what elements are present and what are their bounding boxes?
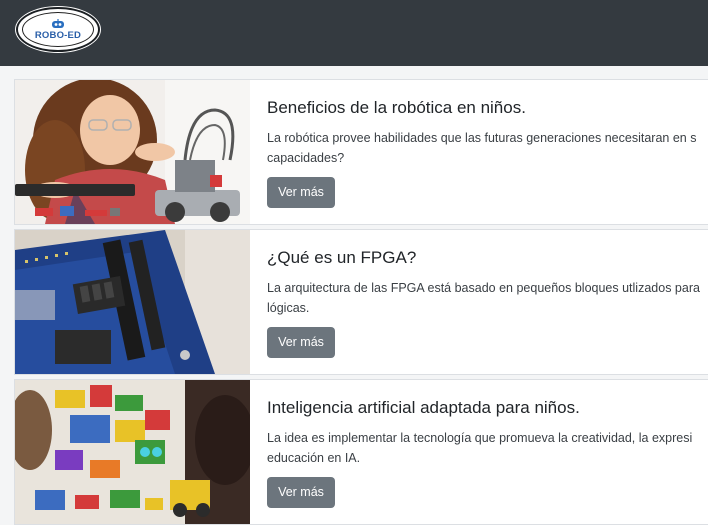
article-excerpt-line: educación en IA. (267, 451, 361, 465)
article-excerpt: La arquitectura de las FPGA está basado … (267, 278, 708, 318)
robot-head-icon (52, 19, 64, 28)
read-more-button[interactable]: Ver más (267, 477, 335, 508)
article-title: Beneficios de la robótica en niños. (267, 98, 526, 117)
article-excerpt: La robótica provee habilidades que las f… (267, 128, 708, 168)
article-card: Beneficios de la robótica en niños. La r… (14, 79, 708, 225)
girl-with-robot-kit-image (15, 80, 250, 224)
read-more-button[interactable]: Ver más (267, 177, 335, 208)
article-excerpt-line: La robótica provee habilidades que las f… (267, 131, 697, 145)
article-excerpt: La idea es implementar la tecnología que… (267, 428, 708, 468)
logo-text: ROBO-ED (34, 30, 82, 41)
fpga-board-image (15, 230, 250, 374)
article-excerpt-line: La idea es implementar la tecnología que… (267, 431, 693, 445)
robo-ed-logo[interactable]: ROBO-ED (16, 7, 100, 52)
kids-with-lego-robots-image (15, 380, 250, 524)
article-card: ¿Qué es un FPGA? La arquitectura de las … (14, 229, 708, 375)
article-card: Inteligencia artificial adaptada para ni… (14, 379, 708, 525)
top-navbar: ROBO-ED (0, 0, 708, 66)
article-excerpt-line: La arquitectura de las FPGA está basado … (267, 281, 700, 295)
article-title: Inteligencia artificial adaptada para ni… (267, 398, 580, 417)
article-excerpt-line: capacidades? (267, 151, 345, 165)
article-title: ¿Qué es un FPGA? (267, 248, 417, 267)
read-more-button[interactable]: Ver más (267, 327, 335, 358)
article-excerpt-line: lógicas. (267, 301, 310, 315)
